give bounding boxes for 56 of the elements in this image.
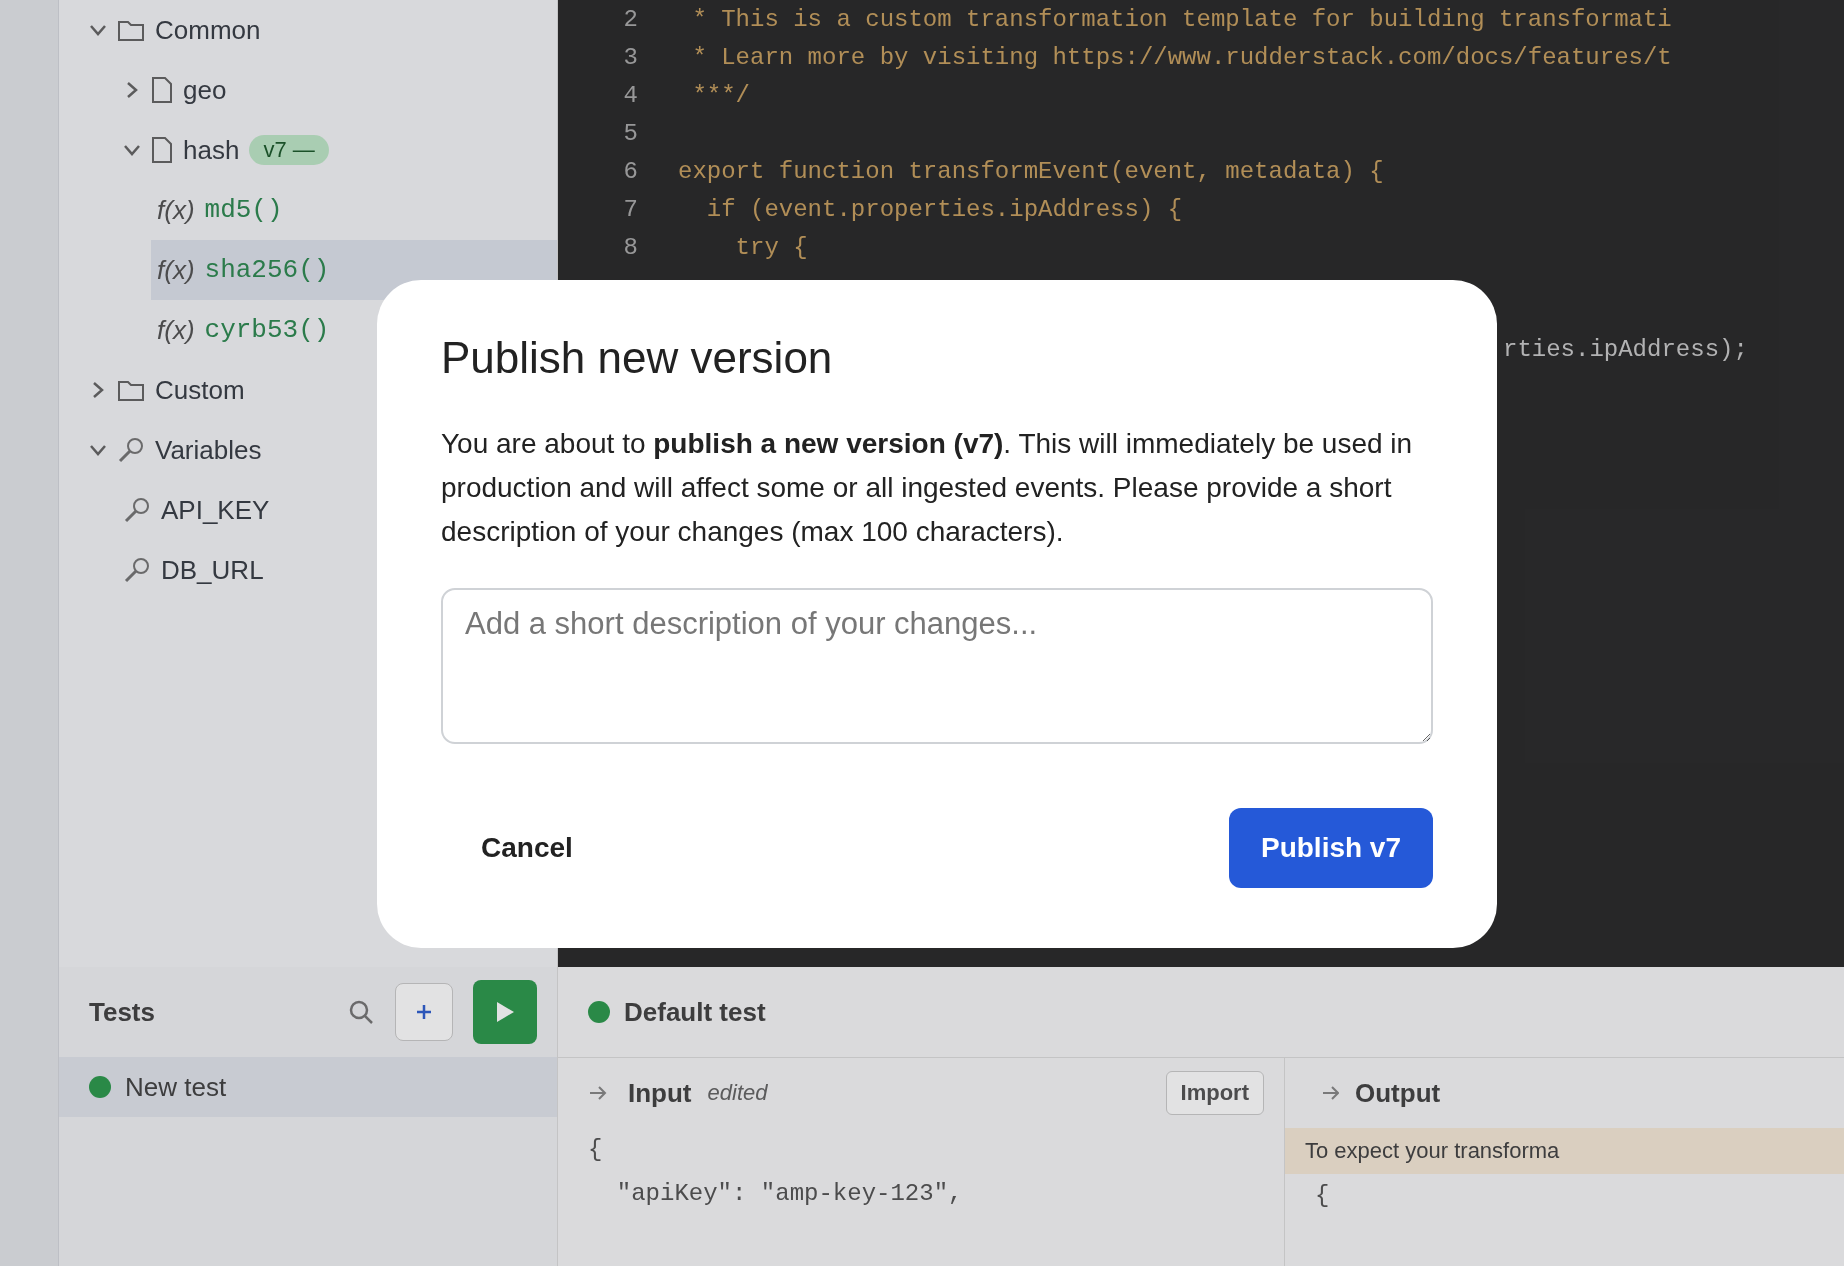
code-line: export function transformEvent(event, metadata) { (678, 157, 1384, 185)
play-icon (494, 1000, 516, 1024)
tree-item[interactable]: API_KEY (161, 494, 270, 526)
edited-label: edited (707, 1080, 769, 1106)
test-title: Default test (624, 996, 766, 1028)
line-number: 3 (622, 43, 639, 71)
line-number: 8 (622, 233, 639, 261)
tree-item[interactable]: cyrb53() (204, 315, 330, 345)
code-line: * This is a custom transformation template for building transformati (691, 5, 1672, 33)
line-number: 7 (622, 195, 639, 223)
tree-item[interactable]: Custom (155, 374, 245, 406)
function-icon: f(x) (157, 254, 195, 286)
code-line: * Learn more by visiting https://www.rudderstack.com/docs/features/t (691, 43, 1672, 71)
info-note: To expect your transforma (1285, 1128, 1844, 1174)
description-field[interactable]: Add a short description of your changes... (441, 588, 1433, 744)
function-icon: f(x) (157, 314, 195, 346)
code-line: try { (734, 233, 808, 261)
file-icon (151, 136, 173, 164)
search-icon[interactable] (347, 998, 375, 1026)
tree-item[interactable]: DB_URL (161, 554, 264, 586)
code-line: rties.ipAddress); (1503, 336, 1748, 363)
test-item[interactable]: New test (125, 1071, 227, 1103)
tree-item[interactable]: geo (183, 74, 227, 106)
publish-button[interactable]: Publish v7 (1229, 808, 1433, 888)
dialog-message: You are about to publish a new version (v7). This will immediately be used in production and will affect some or all ingested events. Please provide a short description of your changes (max 100 characters). (441, 427, 1414, 549)
dialog-title: Publish new version (441, 332, 834, 384)
code-line: "apiKey": "amp-key-123", (615, 1179, 964, 1209)
pane-title: Input (628, 1077, 692, 1109)
pane-title: Output (1355, 1077, 1441, 1109)
tree-item[interactable]: Common (155, 14, 261, 46)
code-line: ***/ (691, 81, 750, 109)
file-icon (151, 76, 173, 104)
line-number: 5 (622, 119, 639, 147)
key-icon (123, 556, 151, 584)
key-icon (117, 436, 145, 464)
line-number: 4 (622, 81, 639, 109)
folder-icon (117, 378, 145, 402)
cancel-button[interactable]: Cancel (441, 814, 613, 882)
folder-icon (117, 18, 145, 42)
line-number: 6 (622, 157, 639, 185)
line-number: 2 (622, 5, 639, 33)
key-icon (123, 496, 151, 524)
code-line: { (1314, 1181, 1331, 1211)
code-line: { (587, 1135, 604, 1165)
tree-item[interactable]: hash (183, 134, 240, 166)
version-badge: v7 — (249, 135, 329, 165)
tree-item[interactable]: Variables (155, 434, 262, 466)
function-icon: f(x) (157, 194, 195, 226)
run-button[interactable] (473, 980, 537, 1044)
plus-icon (415, 1003, 433, 1021)
tree-item[interactable]: md5() (204, 195, 283, 225)
status-dot (588, 1001, 610, 1023)
code-line: if (event.properties.ipAddress) { (705, 195, 1183, 223)
panel-title: Tests (89, 996, 156, 1028)
import-button[interactable]: Import (1165, 1071, 1264, 1115)
status-dot (89, 1076, 111, 1098)
